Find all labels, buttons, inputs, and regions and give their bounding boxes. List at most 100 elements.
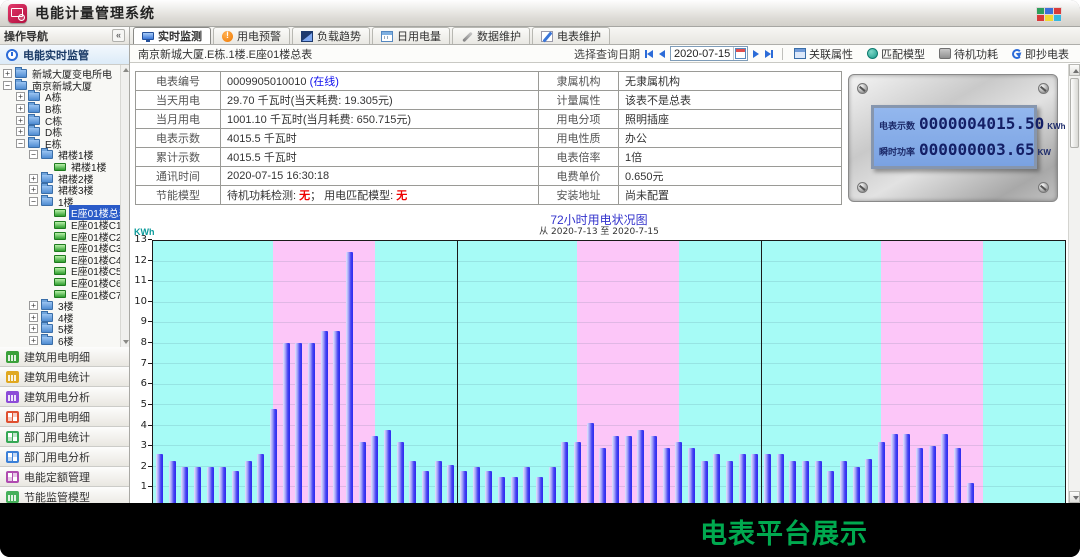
grid-square-icon xyxy=(1045,8,1052,14)
usage-bar xyxy=(321,331,328,503)
gridline xyxy=(153,425,1065,426)
expander-icon[interactable]: − xyxy=(3,81,12,90)
sidebar-item-dept-detail[interactable]: 部门用电明细 xyxy=(0,407,129,427)
scroll-up-icon[interactable] xyxy=(123,68,129,72)
meter-icon xyxy=(54,278,66,286)
sidebar-item-building-analysis[interactable]: 建筑用电分析 xyxy=(0,387,129,407)
tab-data-maintain[interactable]: 数据维护 xyxy=(452,27,530,44)
y-tick-label: 2 xyxy=(141,461,147,472)
last-day-button[interactable] xyxy=(764,50,774,58)
sidebar-item-dept-stats[interactable]: 部门用电统计 xyxy=(0,427,129,447)
scroll-thumb[interactable] xyxy=(1070,78,1079,148)
tab-meter-maintain[interactable]: 电表维护 xyxy=(532,27,610,44)
tree-node[interactable]: −裙楼1楼 xyxy=(0,149,129,161)
y-tick-label: 4 xyxy=(141,420,147,431)
lcd-unit: KWh xyxy=(1047,122,1065,131)
dept-analysis-icon xyxy=(6,451,19,463)
usage-bar xyxy=(941,434,948,503)
sidebar-accordion: 建筑用电明细建筑用电统计建筑用电分析部门用电明细部门用电统计部门用电分析电能定额… xyxy=(0,347,129,503)
expander-icon[interactable]: + xyxy=(29,313,38,322)
expander-icon[interactable]: + xyxy=(16,116,25,125)
expander-icon[interactable]: + xyxy=(29,185,38,194)
tree-node[interactable]: +6楼 xyxy=(0,335,129,347)
expander-icon[interactable]: − xyxy=(29,197,38,206)
tree-node[interactable]: +A栋 xyxy=(0,91,129,103)
expander-icon[interactable]: + xyxy=(29,174,38,183)
prev-day-button[interactable] xyxy=(658,50,666,58)
expander-icon[interactable]: + xyxy=(16,92,25,101)
expander-icon[interactable]: + xyxy=(3,69,12,78)
folder-icon xyxy=(41,313,53,322)
calendar-button-icon[interactable] xyxy=(733,47,747,60)
expander-icon[interactable]: − xyxy=(16,139,25,148)
usage-bar xyxy=(384,430,391,503)
field-label: 用电分项 xyxy=(539,110,619,129)
tab-daily-usage[interactable]: 日用电量 xyxy=(372,27,450,44)
lcd-row: 电表示数0000004015.50KWh xyxy=(879,114,1029,140)
expander-icon[interactable]: + xyxy=(29,336,38,345)
folder-icon xyxy=(15,81,27,90)
gridline xyxy=(153,281,1065,282)
relation-attr-button[interactable]: 关联属性 xyxy=(791,46,856,62)
expander-icon[interactable]: + xyxy=(29,324,38,333)
usage-bar xyxy=(283,343,290,503)
expander-icon[interactable]: + xyxy=(16,104,25,113)
chart-title: 72小时用电状况图 xyxy=(130,214,1068,227)
value-text: 4015.5 千瓦时 xyxy=(227,133,297,145)
date-input[interactable] xyxy=(671,48,733,60)
sidebar-item-quota-manage[interactable]: 电能定额管理 xyxy=(0,467,129,487)
y-tick-label: 1 xyxy=(141,481,147,492)
tree-node[interactable]: +B栋 xyxy=(0,103,129,115)
dept-stats-icon xyxy=(6,431,19,443)
tab-load-trend[interactable]: 负载趋势 xyxy=(292,27,370,44)
next-day-button[interactable] xyxy=(752,50,760,58)
sidebar-item-building-detail[interactable]: 建筑用电明细 xyxy=(0,347,129,367)
tree-node[interactable]: +C栋 xyxy=(0,114,129,126)
tabs-bar: 实时监测用电预警负载趋势日用电量数据维护电表维护 xyxy=(130,27,1080,45)
field-label: 电表编号 xyxy=(136,72,221,91)
usage-bar xyxy=(954,448,961,503)
field-label: 累计示数 xyxy=(136,148,221,167)
usage-bar xyxy=(245,461,252,503)
sidebar-collapse-button[interactable]: « xyxy=(112,29,125,42)
tree-scrollbar[interactable] xyxy=(120,65,129,347)
value-text: 无隶属机构 xyxy=(625,76,680,88)
day-divider xyxy=(457,241,458,503)
tab-realtime[interactable]: 实时监测 xyxy=(133,27,211,44)
field-value: 待机功耗检测: 无； 用电匹配模型: 无 xyxy=(221,186,539,205)
edit-icon xyxy=(541,31,553,42)
y-tick-label: 6 xyxy=(141,378,147,389)
sidebar-item-realtime-monitor[interactable]: 电能实时监管 xyxy=(0,45,129,65)
grid-square-icon xyxy=(1037,8,1044,14)
match-model-button[interactable]: 匹配模型 xyxy=(864,46,928,62)
y-tick-label: 8 xyxy=(141,337,147,348)
scroll-down-icon[interactable] xyxy=(123,340,129,344)
main-scrollbar[interactable] xyxy=(1068,64,1080,503)
value-text: 待机功耗检测: xyxy=(227,190,299,202)
expander-icon[interactable]: + xyxy=(16,127,25,136)
scroll-down-icon[interactable] xyxy=(1069,491,1080,503)
scroll-up-icon[interactable] xyxy=(1069,64,1080,76)
expander-icon[interactable]: − xyxy=(29,150,38,159)
read-meter-button[interactable]: 即抄电表 xyxy=(1009,46,1072,62)
app-grid-icon[interactable] xyxy=(1036,7,1062,22)
refresh-icon xyxy=(1012,49,1022,59)
tree-node[interactable]: +D栋 xyxy=(0,126,129,138)
monitor-icon xyxy=(142,32,154,40)
usage-bar xyxy=(511,477,518,503)
usage-bar xyxy=(397,442,404,503)
table-row: 通讯时间2020-07-15 16:30:18电费单价0.650元 xyxy=(136,167,842,186)
standby-power-button[interactable]: 待机功耗 xyxy=(936,46,1001,62)
expander-icon[interactable]: + xyxy=(29,301,38,310)
tab-power-alert[interactable]: 用电预警 xyxy=(213,27,290,44)
first-day-button[interactable] xyxy=(644,50,654,58)
lcd-value: 0000004015.50 xyxy=(919,114,1044,133)
sidebar-item-building-stats[interactable]: 建筑用电统计 xyxy=(0,367,129,387)
sidebar-item-label: 电能定额管理 xyxy=(24,469,90,485)
tree-node[interactable]: −南京新城大厦 xyxy=(0,80,129,92)
sidebar-item-dept-analysis[interactable]: 部门用电分析 xyxy=(0,447,129,467)
y-tick-label: 5 xyxy=(141,399,147,410)
folder-icon xyxy=(41,324,53,333)
field-value: 0009905010010 (在线) xyxy=(221,72,539,91)
usage-bar xyxy=(447,465,454,503)
